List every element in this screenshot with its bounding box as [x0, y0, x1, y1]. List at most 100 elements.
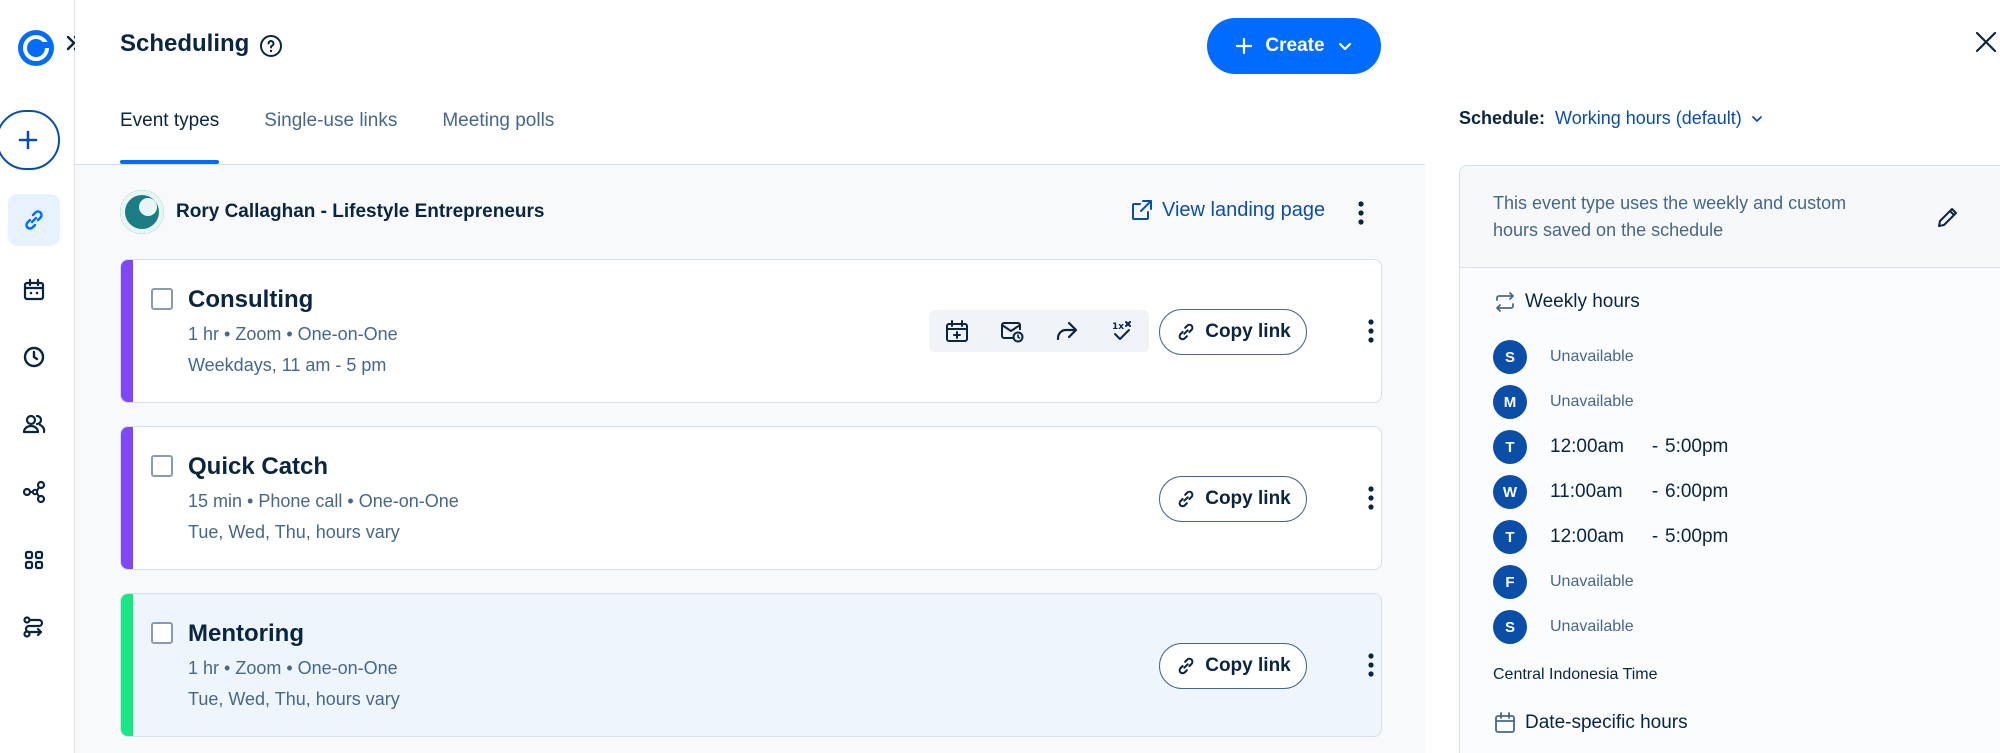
pencil-icon[interactable]	[1935, 204, 1961, 230]
event-schedule: Tue, Wed, Thu, hours vary	[188, 522, 400, 542]
day-row-friday: F Unavailable	[1493, 565, 1634, 599]
view-landing-page-label: View landing page	[1162, 198, 1326, 221]
event-more-icon[interactable]	[1363, 483, 1379, 513]
event-title: Mentoring	[188, 620, 304, 647]
start-time: 12:00am	[1550, 436, 1624, 457]
event-quick-actions: 1x	[929, 310, 1149, 352]
start-time: 12:00am	[1550, 526, 1624, 547]
tab-bar: Event types Single-use links Meeting pol…	[120, 110, 554, 164]
day-badge: S	[1493, 340, 1527, 374]
event-meta: 1 hr • Zoom • One-on-One	[188, 658, 398, 678]
repeat-icon	[1496, 292, 1514, 312]
day-row-sunday: S Unavailable	[1493, 340, 1634, 374]
rail-item-contacts[interactable]	[8, 398, 60, 450]
day-time-range: 12:00am - 5:00pm	[1550, 436, 1728, 458]
day-badge: T	[1493, 520, 1527, 554]
day-time-range: 12:00am - 5:00pm	[1550, 526, 1728, 548]
date-specific-heading: Date-specific hours	[1493, 711, 1688, 735]
routing-icon	[23, 616, 44, 638]
event-checkbox[interactable]	[151, 622, 173, 644]
day-status: Unavailable	[1550, 573, 1634, 590]
event-card[interactable]: Quick Catch 15 min • Phone call • One-on…	[120, 426, 1382, 570]
rail-item-workflows[interactable]	[8, 466, 60, 518]
tab-single-use-links[interactable]: Single-use links	[264, 110, 397, 164]
tab-meeting-polls[interactable]: Meeting polls	[442, 110, 554, 164]
link-icon	[1178, 323, 1194, 341]
rail-item-integrations[interactable]	[8, 534, 60, 586]
copy-link-label: Copy link	[1205, 488, 1291, 509]
schedule-dropdown[interactable]: Working hours (default)	[1555, 108, 1764, 129]
day-row-saturday: S Unavailable	[1493, 610, 1634, 644]
date-specific-label: Date-specific hours	[1525, 712, 1688, 733]
close-icon[interactable]	[1972, 28, 2000, 56]
event-checkbox[interactable]	[151, 288, 173, 310]
external-link-icon	[1132, 200, 1152, 220]
create-button[interactable]: Create	[1207, 18, 1381, 74]
copy-link-button[interactable]: Copy link	[1159, 476, 1307, 522]
link-icon	[1178, 490, 1194, 508]
left-rail	[0, 0, 83, 753]
day-badge: W	[1493, 475, 1527, 509]
rail-create-button[interactable]	[0, 110, 60, 170]
day-row-thursday: T 12:00am - 5:00pm	[1493, 520, 1728, 554]
event-more-icon[interactable]	[1363, 316, 1379, 346]
people-icon	[22, 414, 46, 434]
event-title: Quick Catch	[188, 453, 329, 480]
help-icon[interactable]	[259, 34, 283, 58]
link-icon	[25, 210, 43, 230]
email-schedule-icon[interactable]	[999, 318, 1025, 344]
schedule-label: Schedule:	[1459, 108, 1546, 128]
event-schedule: Tue, Wed, Thu, hours vary	[188, 689, 400, 709]
add-to-calendar-icon[interactable]	[944, 318, 970, 344]
svg-text:1x: 1x	[1112, 322, 1124, 332]
event-more-icon[interactable]	[1363, 650, 1379, 680]
calendly-logo-icon[interactable]	[16, 28, 56, 68]
event-card[interactable]: Consulting 1 hr • Zoom • One-on-One Week…	[120, 259, 1382, 403]
event-schedule: Weekdays, 11 am - 5 pm	[188, 355, 387, 375]
chevron-down-icon	[1751, 115, 1762, 122]
chevron-down-icon	[1338, 42, 1351, 51]
owner-header: Rory Callaghan - Lifestyle Entrepreneurs	[120, 190, 545, 234]
share-icon[interactable]	[1054, 318, 1080, 344]
rail-item-routing[interactable]	[8, 601, 60, 653]
event-card[interactable]: Mentoring 1 hr • Zoom • One-on-One Tue, …	[120, 593, 1382, 737]
rail-item-availability[interactable]	[8, 331, 60, 383]
calendar-icon	[1495, 712, 1515, 733]
tab-event-types[interactable]: Event types	[120, 110, 220, 164]
event-checkbox[interactable]	[151, 455, 173, 477]
start-time: 11:00am	[1550, 481, 1623, 502]
create-label: Create	[1265, 35, 1325, 56]
rail-item-meetings[interactable]	[8, 264, 60, 316]
day-status: Unavailable	[1550, 348, 1634, 365]
event-title: Consulting	[188, 286, 314, 313]
plus-icon	[18, 130, 38, 150]
schedule-selector-row: Schedule: Working hours (default)	[1459, 108, 1764, 129]
copy-link-label: Copy link	[1205, 321, 1291, 342]
workflow-icon	[22, 480, 46, 504]
more-options-icon[interactable]	[1349, 198, 1373, 228]
rail-item-scheduling[interactable]	[8, 194, 60, 246]
main-content: Scheduling Create Event types Single-use…	[75, 0, 1425, 753]
one-off-link-icon[interactable]: 1x	[1109, 318, 1135, 344]
event-meta: 1 hr • Zoom • One-on-One	[188, 324, 398, 344]
event-color-stripe	[121, 594, 133, 736]
copy-link-button[interactable]: Copy link	[1159, 309, 1307, 355]
event-color-stripe	[121, 427, 133, 569]
event-meta: 15 min • Phone call • One-on-One	[188, 491, 459, 511]
apps-grid-icon	[24, 550, 44, 570]
calendar-icon	[23, 278, 45, 301]
day-status: Unavailable	[1550, 393, 1634, 410]
owner-name: Rory Callaghan - Lifestyle Entrepreneurs	[176, 201, 545, 222]
timezone-label: Central Indonesia Time	[1493, 666, 1658, 683]
view-landing-page-link[interactable]: View landing page	[1130, 198, 1325, 222]
notice-text: This event type uses the weekly and cust…	[1493, 193, 1847, 240]
weekly-hours-heading: Weekly hours	[1493, 290, 1640, 314]
copy-link-button[interactable]: Copy link	[1159, 643, 1307, 689]
day-row-tuesday: T 12:00am - 5:00pm	[1493, 430, 1728, 464]
page-title: Scheduling	[120, 30, 250, 57]
plus-icon	[1236, 37, 1253, 55]
copy-link-label: Copy link	[1205, 655, 1291, 676]
weekly-hours-label: Weekly hours	[1525, 291, 1640, 312]
day-row-monday: M Unavailable	[1493, 385, 1634, 419]
time-separator: -	[1651, 481, 1659, 502]
